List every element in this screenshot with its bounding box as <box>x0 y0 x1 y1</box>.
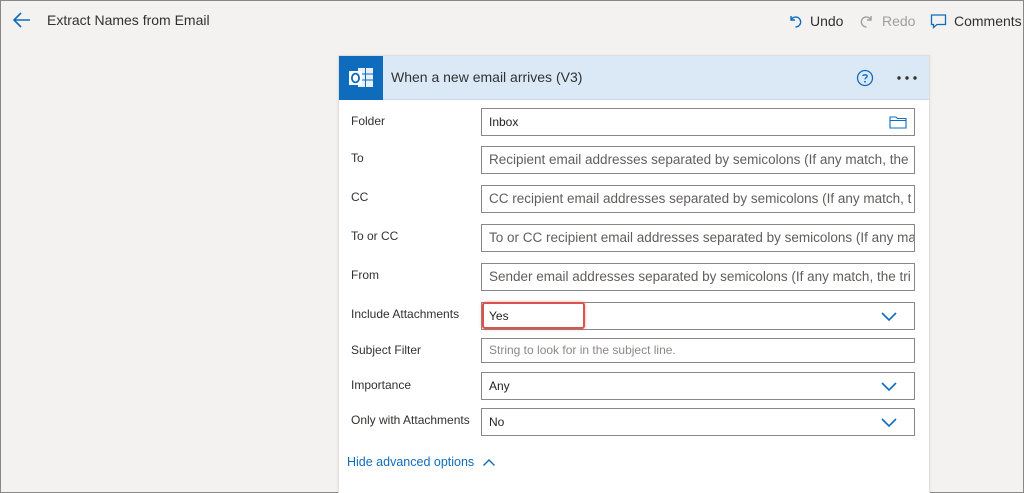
redo-label: Redo <box>882 13 916 29</box>
highlight-box <box>482 302 585 329</box>
help-icon[interactable] <box>856 69 874 87</box>
chevron-up-icon <box>483 458 496 466</box>
trigger-card: When a new email arrives (V3) Folder Inb… <box>338 55 930 493</box>
importance-dropdown[interactable]: Any <box>481 372 915 400</box>
folder-value: Inbox <box>489 115 519 129</box>
chevron-down-icon <box>881 382 897 392</box>
flow-title: Extract Names from Email <box>47 12 210 28</box>
only-with-attachments-value: No <box>489 415 505 429</box>
to-or-cc-label: To or CC <box>351 229 399 243</box>
subject-filter-field[interactable]: String to look for in the subject line. <box>481 338 915 363</box>
only-with-attachments-dropdown[interactable]: No <box>481 408 915 436</box>
include-attachments-label: Include Attachments <box>351 307 460 321</box>
redo-icon <box>860 16 872 28</box>
hide-advanced-options-link[interactable]: Hide advanced options <box>347 455 496 469</box>
importance-label: Importance <box>351 378 412 392</box>
only-with-attachments-label: Only with Attachments <box>351 413 470 427</box>
redo-button[interactable]: Redo <box>859 11 915 31</box>
subject-filter-label: Subject Filter <box>351 343 422 357</box>
comments-button[interactable]: Comments <box>930 11 1022 31</box>
to-field[interactable]: Recipient email addresses separated by s… <box>481 146 915 174</box>
hide-advanced-options-label: Hide advanced options <box>347 455 475 469</box>
from-label: From <box>351 268 379 282</box>
chevron-down-icon <box>881 312 897 322</box>
cc-label: CC <box>351 190 369 204</box>
undo-icon <box>790 16 802 28</box>
folder-field[interactable]: Inbox <box>481 108 915 136</box>
trigger-title: When a new email arrives (V3) <box>391 69 583 85</box>
chevron-down-icon <box>881 418 897 428</box>
trigger-card-header[interactable]: When a new email arrives (V3) <box>339 56 929 100</box>
to-or-cc-field[interactable]: To or CC recipient email addresses separ… <box>481 224 915 252</box>
importance-value: Any <box>489 379 510 393</box>
undo-button[interactable]: Undo <box>787 11 843 31</box>
comment-icon <box>930 14 947 29</box>
arrow-left-icon[interactable] <box>11 9 33 31</box>
comments-label: Comments <box>954 13 1022 29</box>
command-bar: Extract Names from Email Undo Redo Comme… <box>1 1 1023 39</box>
folder-icon[interactable] <box>889 115 907 129</box>
designer-canvas: When a new email arrives (V3) Folder Inb… <box>1 39 1023 493</box>
from-field[interactable]: Sender email addresses separated by semi… <box>481 263 915 291</box>
undo-label: Undo <box>810 13 844 29</box>
more-icon[interactable] <box>895 68 919 88</box>
cc-field[interactable]: CC recipient email addresses separated b… <box>481 185 915 213</box>
to-label: To <box>351 151 364 165</box>
folder-label: Folder <box>351 114 386 128</box>
outlook-icon <box>339 56 383 100</box>
